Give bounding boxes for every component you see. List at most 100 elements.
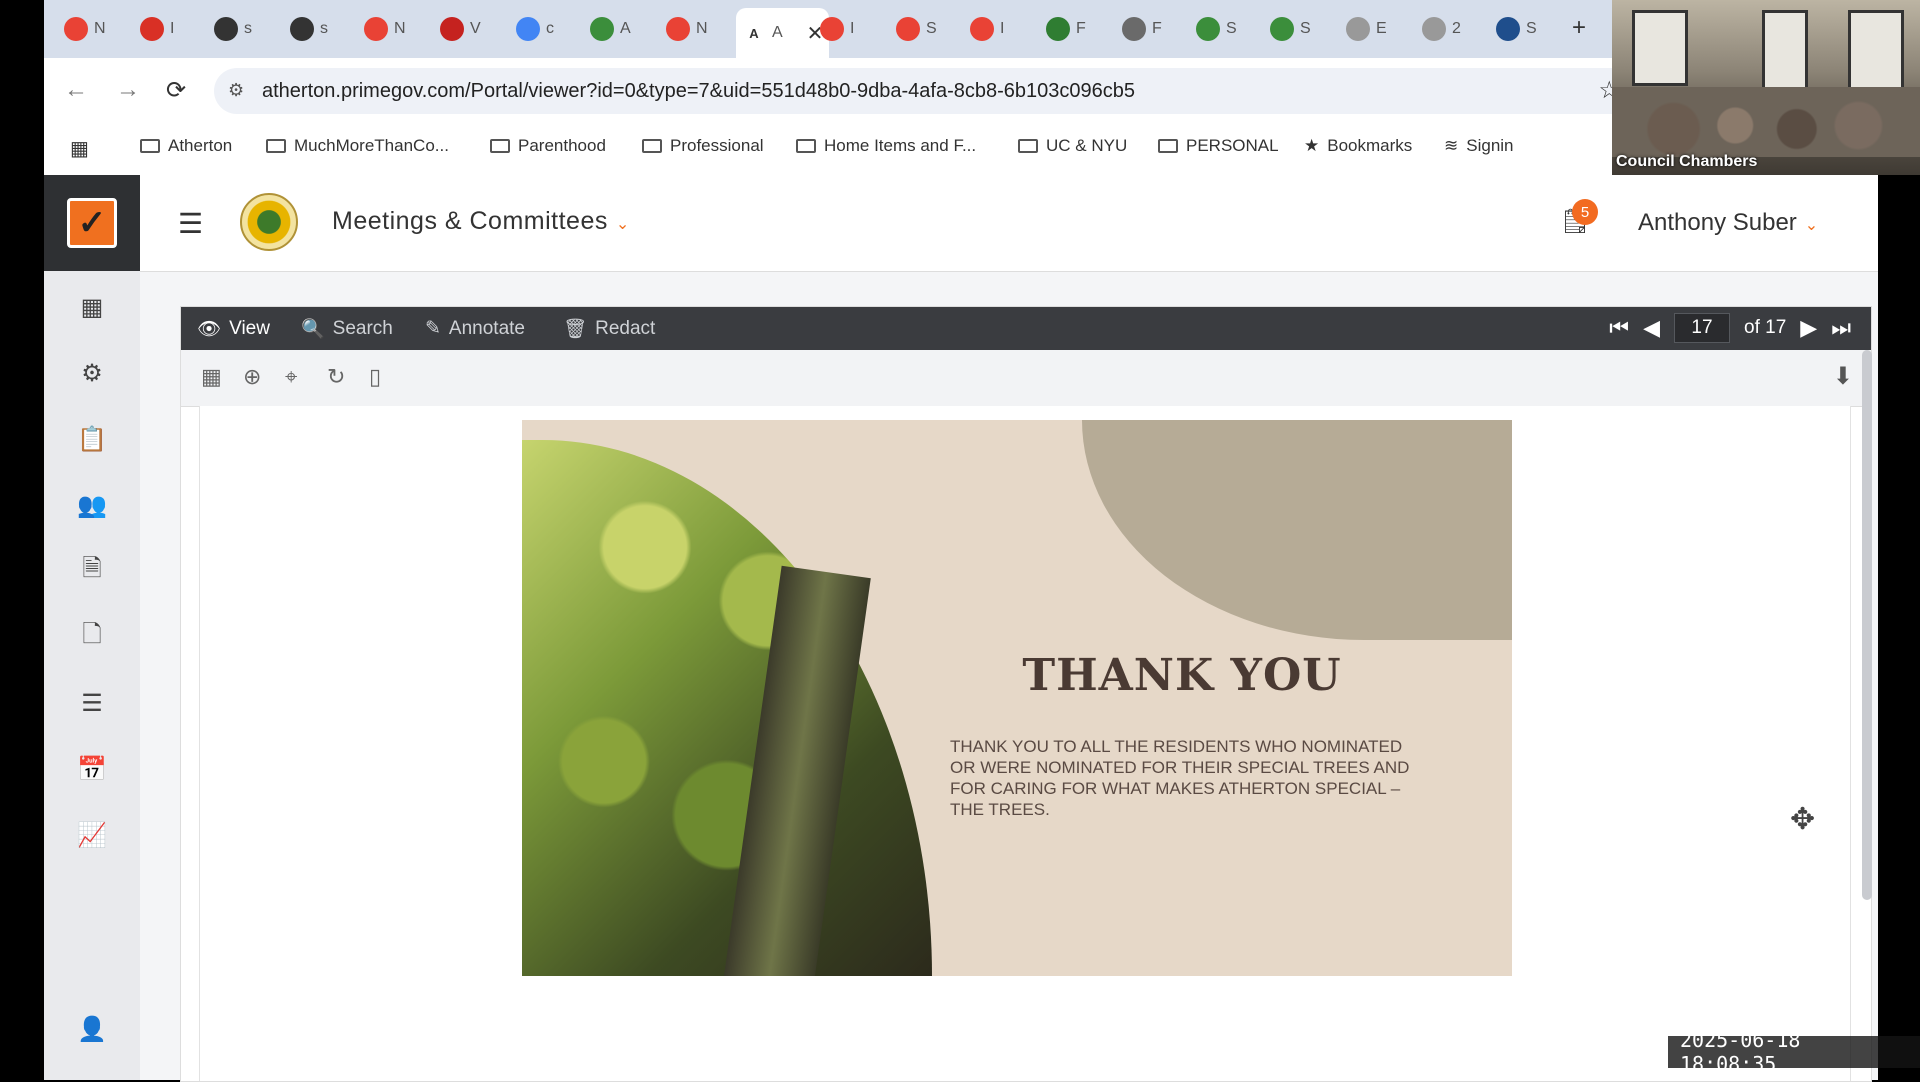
file-icon[interactable]: 🗋 xyxy=(72,617,112,657)
video-feed: Council Chambers xyxy=(1612,0,1920,175)
view-label: View xyxy=(229,318,270,339)
search-icon: 🔍 xyxy=(301,319,325,340)
tab-label: c xyxy=(546,20,554,37)
browser-tab[interactable]: S xyxy=(890,10,943,48)
site-icon xyxy=(1346,17,1370,41)
module-selector[interactable]: Meetings & Committees ⌄ xyxy=(332,207,630,236)
settings-icon[interactable]: ⚙ xyxy=(72,353,112,393)
scrollbar[interactable] xyxy=(1862,350,1872,900)
bookmark-item[interactable]: UC & NYU xyxy=(1018,136,1127,156)
download-icon[interactable]: ⬇ xyxy=(1833,362,1853,391)
fit-page-icon[interactable]: ⌖ xyxy=(285,364,297,390)
last-page-icon[interactable]: ⏭ xyxy=(1831,315,1851,341)
bookmark-item[interactable]: Atherton xyxy=(140,136,232,156)
tab-label: E xyxy=(1376,20,1387,37)
browser-tab[interactable]: F xyxy=(1040,10,1092,48)
bookmark-label: PERSONAL xyxy=(1186,136,1279,155)
calendar-icon[interactable]: 📅 xyxy=(72,749,112,789)
browser-tab[interactable]: I xyxy=(964,10,1010,48)
eye-icon: 👁 xyxy=(197,319,222,340)
tab-label: S xyxy=(1226,20,1237,37)
bookmark-item[interactable]: Home Items and F... xyxy=(796,136,976,156)
tab-label: A xyxy=(772,24,783,41)
browser-tab[interactable]: F xyxy=(1116,10,1168,48)
user-profile-icon[interactable]: 👤 xyxy=(72,1009,112,1049)
site-icon xyxy=(1422,17,1446,41)
app-logo[interactable]: ✓ xyxy=(44,175,140,271)
bookmark-label: Professional xyxy=(670,136,764,155)
browser-tab[interactable]: E xyxy=(1340,10,1393,48)
primegov-app: ✓ ▦ ⚙ 📋 👥 🗎 🗋 ☰ 📅 📈 👤 ☰ Meetings & Commi… xyxy=(44,175,1878,1082)
clipboard-icon[interactable]: 📋 xyxy=(72,419,112,459)
reload-button[interactable]: ⟳ xyxy=(166,76,186,105)
forward-button[interactable]: → xyxy=(116,76,140,104)
sync-icon xyxy=(290,17,314,41)
site-settings-icon[interactable]: ⚙ xyxy=(228,80,244,101)
folder-icon xyxy=(266,139,286,153)
redact-icon: 🗑 xyxy=(563,319,588,340)
browser-tab[interactable]: S xyxy=(1264,10,1317,48)
dashboard-icon[interactable]: ▦ xyxy=(72,287,112,327)
page-number-input[interactable]: 17 xyxy=(1674,313,1730,343)
tab-label: S xyxy=(926,20,937,37)
annotate-tool[interactable]: ✎ Annotate xyxy=(425,317,525,340)
browser-tab[interactable]: s xyxy=(284,10,334,48)
prev-page-icon[interactable]: ◀ xyxy=(1643,315,1660,341)
users-icon[interactable]: 👥 xyxy=(72,485,112,525)
document-viewer: 👁 View 🔍 Search ✎ Annotate 🗑 Redact ⏮ ◀ 17 o… xyxy=(180,306,1872,1082)
browser-tab[interactable]: N xyxy=(58,10,112,48)
apps-icon[interactable]: ▦ xyxy=(70,136,89,161)
app-header: ☰ Meetings & Committees⌄ 🗒 5 Anthony Sub… xyxy=(140,175,1878,272)
list-icon[interactable]: ☰ xyxy=(72,683,112,723)
chevron-down-icon: ⌄ xyxy=(1804,217,1819,234)
browser-tab[interactable]: I xyxy=(814,10,860,48)
new-tab-button[interactable]: + xyxy=(1572,14,1586,42)
bookmark-item[interactable]: Parenthood xyxy=(490,136,606,156)
back-button[interactable]: ← xyxy=(64,76,88,104)
tab-label: s xyxy=(244,20,252,37)
tree-photo xyxy=(522,440,932,976)
browser-tab[interactable]: S xyxy=(1490,10,1543,48)
menu-icon[interactable]: ☰ xyxy=(178,207,203,240)
bookmark-item[interactable]: Professional xyxy=(642,136,764,156)
search-tool[interactable]: 🔍 Search xyxy=(301,317,393,341)
browser-tab[interactable]: 2 xyxy=(1416,10,1467,48)
chart-icon[interactable]: 📈 xyxy=(72,815,112,855)
first-page-icon[interactable]: ⏮ xyxy=(1609,315,1629,341)
omnibox[interactable]: ⚙ atherton.primegov.com/Portal/viewer?id… xyxy=(214,68,1638,114)
redact-tool[interactable]: 🗑 Redact xyxy=(563,317,655,341)
browser-tab[interactable]: s xyxy=(208,10,258,48)
user-menu[interactable]: Anthony Suber ⌄ xyxy=(1638,209,1818,237)
bookmark-item[interactable]: ≋ Signin xyxy=(1444,136,1514,156)
bookmark-label: MuchMoreThanCo... xyxy=(294,136,449,155)
view-tool[interactable]: 👁 View xyxy=(197,317,270,341)
folder-icon xyxy=(1018,139,1038,153)
bookmark-label: Parenthood xyxy=(518,136,606,155)
browser-tab[interactable]: N xyxy=(358,10,412,48)
next-page-icon[interactable]: ▶ xyxy=(1800,315,1817,341)
google-icon xyxy=(896,17,920,41)
rotate-icon[interactable]: ↻ xyxy=(327,364,345,390)
module-title: Meetings & Committees xyxy=(332,207,608,235)
thumbnails-icon[interactable]: ▦ xyxy=(201,364,222,390)
browser-tab[interactable]: A xyxy=(584,10,637,48)
document-icon[interactable]: 🗎 xyxy=(72,551,112,591)
tab-label: A xyxy=(620,20,631,37)
browser-tab[interactable]: N xyxy=(660,10,714,48)
url-text[interactable]: atherton.primegov.com/Portal/viewer?id=0… xyxy=(262,80,1135,103)
bookmark-item[interactable]: ★ Bookmarks xyxy=(1304,136,1412,156)
browser-tab[interactable]: c xyxy=(510,10,560,48)
bookmark-label: Signin xyxy=(1466,136,1514,155)
tab-label: N xyxy=(696,20,708,37)
zoom-in-icon[interactable]: ⊕ xyxy=(243,364,261,390)
page-mode-icon[interactable]: ▯ xyxy=(369,364,381,390)
seal-icon xyxy=(1122,17,1146,41)
browser-tab[interactable]: V xyxy=(434,10,487,48)
document-page: THANK YOU THANK YOU TO ALL THE RESIDENTS… xyxy=(199,406,1851,1081)
bookmark-item[interactable]: MuchMoreThanCo... xyxy=(266,136,449,156)
browser-tab[interactable]: S xyxy=(1190,10,1243,48)
folder-icon xyxy=(490,139,510,153)
tab-label: s xyxy=(320,20,328,37)
bookmark-item[interactable]: PERSONAL xyxy=(1158,136,1279,156)
browser-tab[interactable]: I xyxy=(134,10,180,48)
